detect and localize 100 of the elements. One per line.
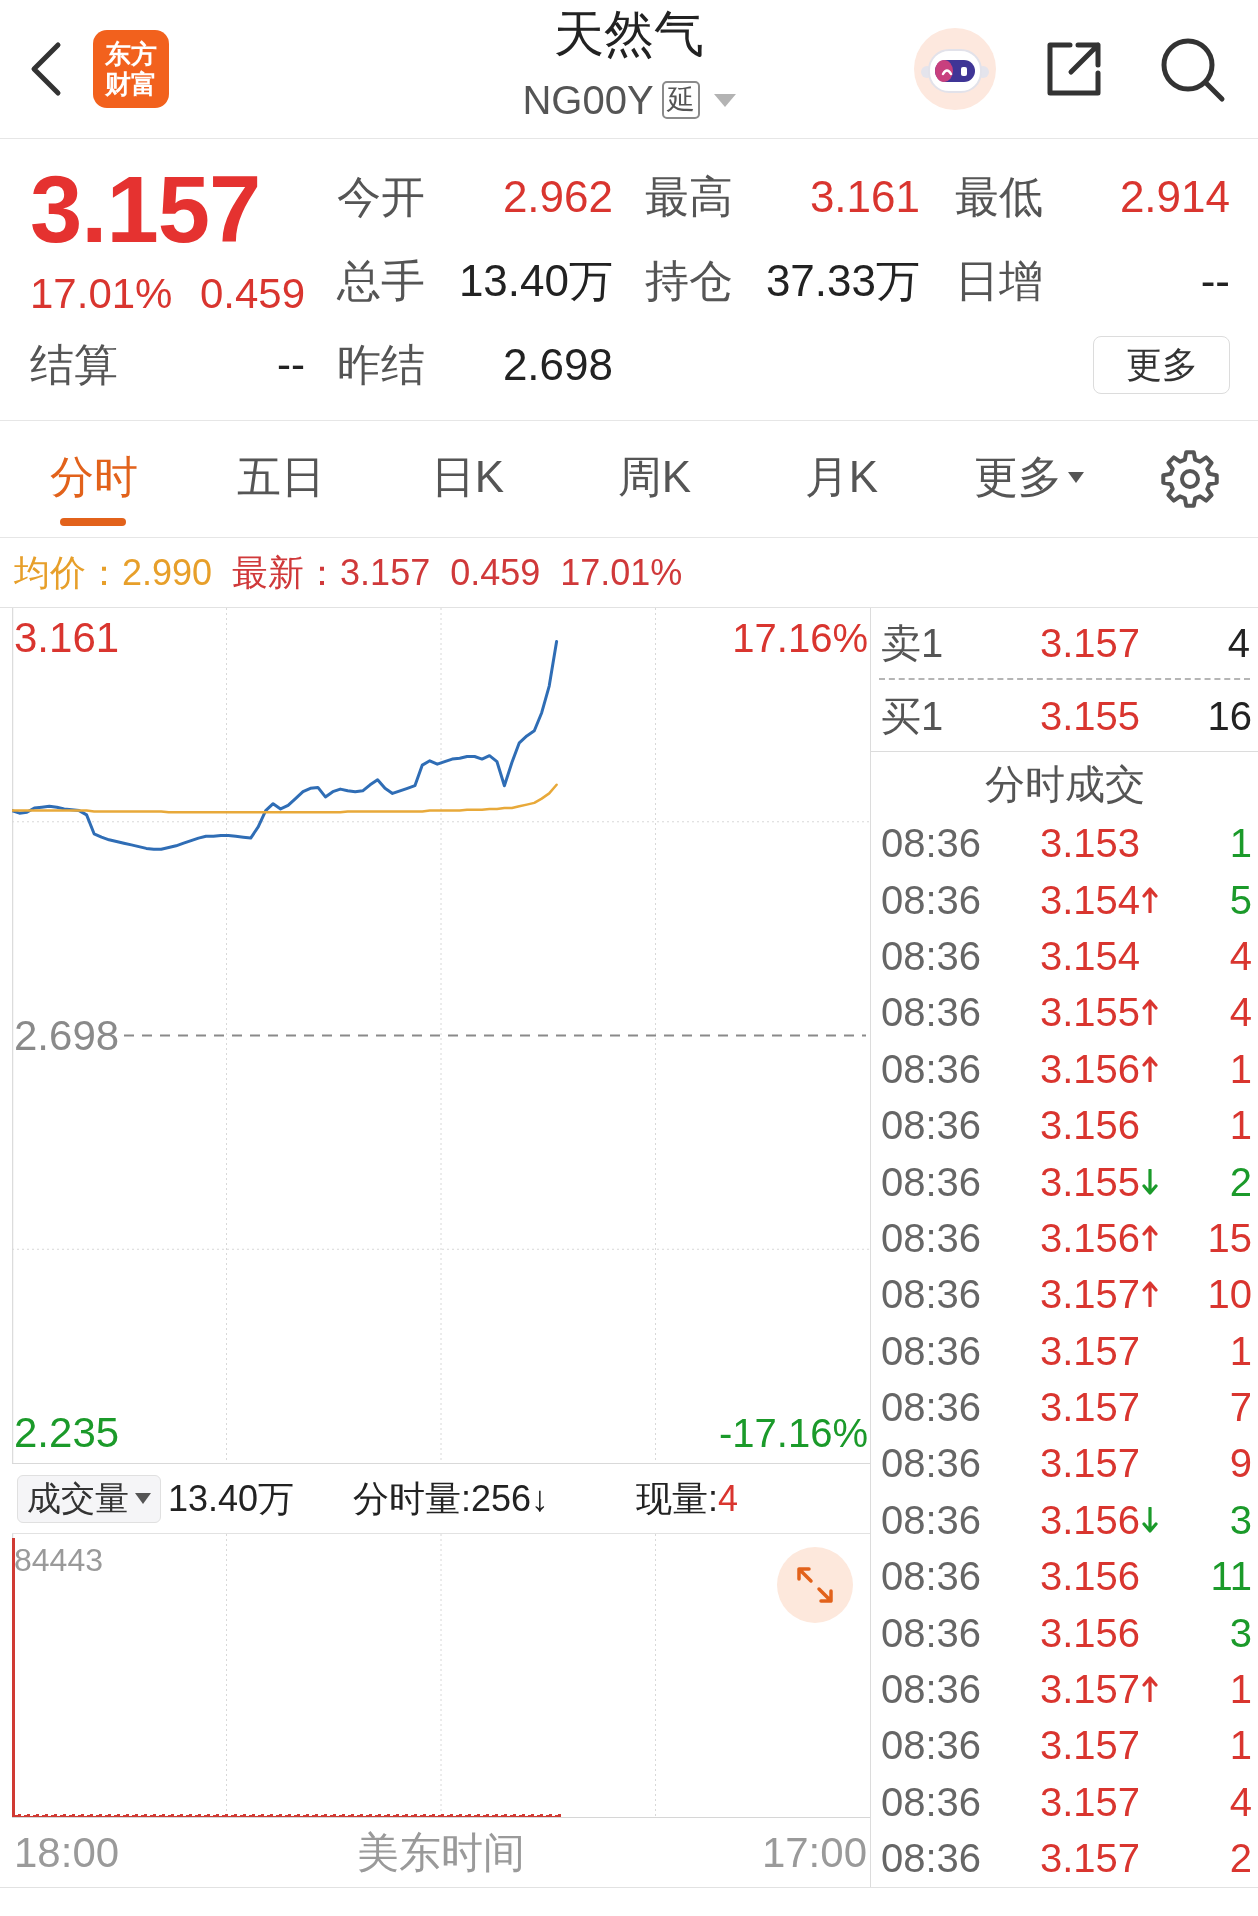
field-label: 持仓 <box>645 255 733 307</box>
field-value: 2.962 <box>502 171 613 223</box>
trade-volume: 2 <box>1229 1835 1252 1882</box>
trade-time: 08:36 <box>881 1045 982 1092</box>
trade-price: 3.157 <box>1040 1722 1141 1769</box>
trade-time: 08:36 <box>881 1384 982 1431</box>
legend-value: 0.459 <box>450 550 541 595</box>
order-price: 3.157 <box>1040 620 1141 666</box>
change-percent: 17.01% <box>30 269 173 319</box>
last-price: 3.157 <box>30 156 262 264</box>
trade-time: 08:36 <box>881 1327 982 1374</box>
trade-volume: 9 <box>1229 1440 1252 1487</box>
trade-price: 3.157 <box>1040 1666 1141 1713</box>
tab[interactable]: 日K <box>374 421 561 537</box>
total-volume: 13.40万 <box>168 1476 295 1521</box>
trade-volume: 1 <box>1229 1666 1252 1713</box>
trade-price: 3.153 <box>1040 820 1141 867</box>
trade-volume: 11 <box>1210 1553 1252 1600</box>
settings-icon[interactable] <box>1160 449 1220 509</box>
trade-volume: 4 <box>1229 989 1252 1036</box>
legend-label: 最新： <box>232 550 341 595</box>
field-label: 总手 <box>337 255 425 307</box>
trade-time: 08:36 <box>881 1778 982 1825</box>
trade-price: 3.157 <box>1040 1384 1141 1431</box>
trade-volume: 1 <box>1229 1102 1252 1149</box>
field-label: 最高 <box>645 171 733 223</box>
trade-price: 3.157 <box>1040 1271 1141 1318</box>
axis-label: 2.698 <box>14 1013 120 1058</box>
field-value: 2.914 <box>1119 171 1230 223</box>
trade-time: 08:36 <box>881 1666 982 1713</box>
trade-price: 3.156 <box>1040 1045 1141 1092</box>
field-value: 3.161 <box>809 171 920 223</box>
trade-volume: 1 <box>1229 1045 1252 1092</box>
trade-volume: 7 <box>1229 1384 1252 1431</box>
trade-volume: 3 <box>1229 1496 1252 1543</box>
field-label: 最低 <box>955 171 1043 223</box>
axis-title: 美东时间 <box>356 1828 525 1877</box>
section-title: 分时成交 <box>984 760 1145 807</box>
current-volume-value: 4 <box>718 1476 739 1521</box>
caret-icon <box>135 1493 151 1504</box>
trade-volume: 1 <box>1229 820 1252 867</box>
app-logo: 东方 财富 <box>93 30 169 108</box>
axis-label: 2.235 <box>14 1410 120 1455</box>
trade-volume: 4 <box>1229 932 1252 979</box>
legend-value: 2.990 <box>122 550 213 595</box>
axis-label: 17:00 <box>761 1828 867 1877</box>
trade-price: 3.157 <box>1040 1778 1141 1825</box>
field-value: 37.33万 <box>765 255 920 307</box>
field-label: 结算 <box>30 339 118 391</box>
trade-price: 3.157 <box>1040 1327 1141 1374</box>
trade-time: 08:36 <box>881 1609 982 1656</box>
legend-value: 3.157 <box>340 550 431 595</box>
field-label: 昨结 <box>337 339 425 391</box>
robot-icon[interactable] <box>914 28 996 110</box>
tab[interactable]: 更多 <box>935 421 1122 537</box>
trade-price: 3.154 <box>1040 932 1141 979</box>
order-price: 3.155 <box>1040 692 1141 739</box>
field-value: -- <box>1200 255 1230 307</box>
trade-volume: 5 <box>1229 876 1252 923</box>
tab[interactable]: 分时 <box>0 421 187 537</box>
axis-label: 3.161 <box>14 616 120 661</box>
legend-label: 均价： <box>14 550 122 595</box>
trade-time: 08:36 <box>881 1102 982 1149</box>
trade-price: 3.157 <box>1040 1835 1141 1882</box>
tab[interactable]: 五日 <box>187 421 374 537</box>
legend-value: 17.01% <box>560 550 683 595</box>
current-volume-label: 现量: <box>636 1476 718 1521</box>
trade-time: 08:36 <box>881 1722 982 1769</box>
tab[interactable]: 月K <box>748 421 935 537</box>
trade-time: 08:36 <box>881 1440 982 1487</box>
trade-time: 08:36 <box>881 876 982 923</box>
volume-dropdown[interactable]: 成交量 <box>17 1474 161 1523</box>
trade-price: 3.156 <box>1040 1102 1141 1149</box>
order-volume: 16 <box>1207 692 1252 739</box>
change-amount: 0.459 <box>199 269 305 319</box>
percent-axis-label: -17.16% <box>719 1410 868 1455</box>
trade-volume: 2 <box>1229 1158 1252 1205</box>
trade-volume: 1 <box>1229 1327 1252 1374</box>
trade-volume: 4 <box>1229 1778 1252 1825</box>
expand-icon <box>796 1566 834 1604</box>
trade-price: 3.155 <box>1040 989 1141 1036</box>
delayed-badge: 延 <box>661 81 700 119</box>
symbol-code: NG00Y <box>522 77 654 124</box>
page-title: 天然气 <box>554 5 704 64</box>
trade-time: 08:36 <box>881 1496 982 1543</box>
trade-time: 08:36 <box>881 1271 982 1318</box>
trade-volume: 10 <box>1207 1271 1252 1318</box>
field-label: 日增 <box>955 255 1043 307</box>
trade-price: 3.156 <box>1040 1214 1141 1261</box>
trade-price: 3.156 <box>1040 1496 1141 1543</box>
trade-price: 3.155 <box>1040 1158 1141 1205</box>
tab[interactable]: 周K <box>561 421 748 537</box>
order-level-label: 卖1 <box>881 620 944 666</box>
order-level-label: 买1 <box>881 692 944 739</box>
trade-volume: 3 <box>1229 1609 1252 1656</box>
field-value: 13.40万 <box>458 255 613 307</box>
order-volume: 4 <box>1227 620 1250 666</box>
axis-label: 84443 <box>14 1542 103 1578</box>
trade-time: 08:36 <box>881 1214 982 1261</box>
more-button[interactable]: 更多 <box>1093 336 1230 394</box>
